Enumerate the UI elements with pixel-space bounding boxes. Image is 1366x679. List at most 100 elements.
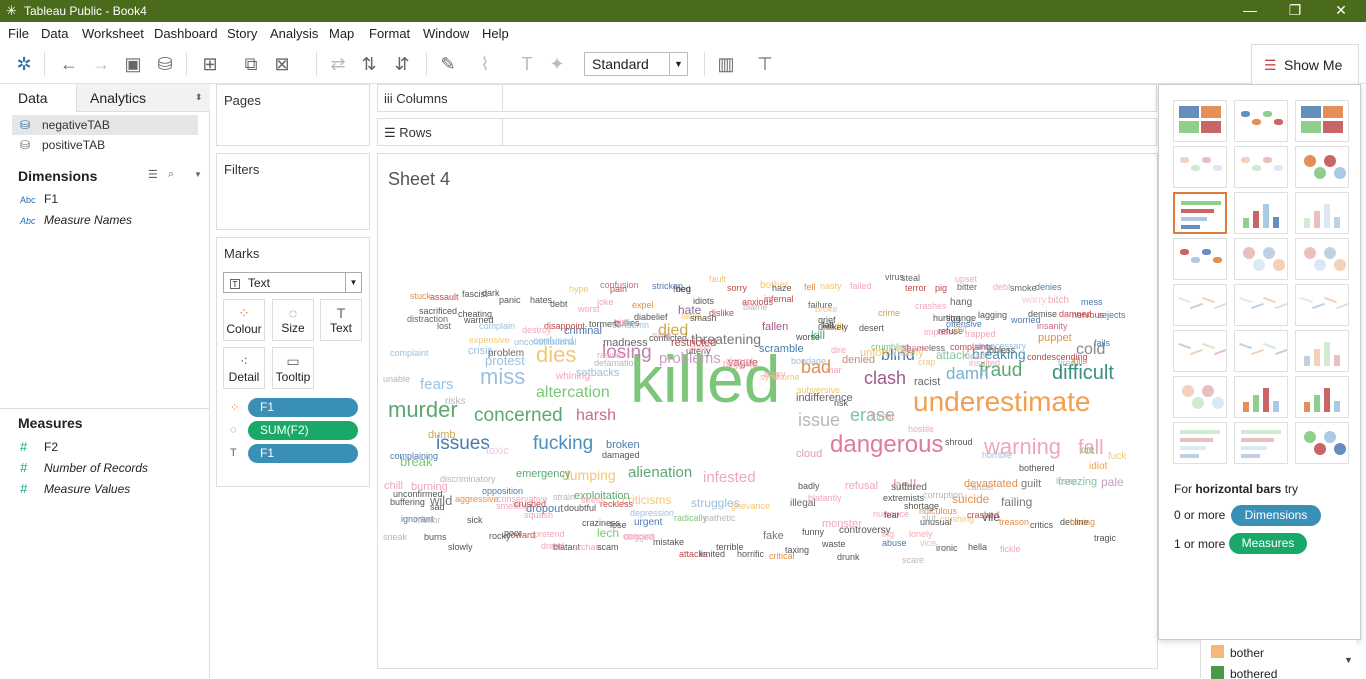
word-cloud-word[interactable]: hostile (908, 425, 934, 434)
chart-thumbnail-histogram[interactable] (1234, 376, 1288, 418)
word-cloud-word[interactable]: refusal (845, 481, 878, 492)
word-cloud-word[interactable]: complaint (390, 349, 429, 358)
chevron-down-icon[interactable]: ▼ (194, 170, 202, 179)
word-cloud-word[interactable]: stuck (410, 292, 431, 301)
chart-thumbnail-side-by-side-bars[interactable] (1295, 192, 1349, 234)
show-cards-icon[interactable]: ▥ (715, 54, 737, 75)
word-cloud-word[interactable]: mistake (653, 538, 684, 547)
word-cloud-word[interactable]: doubtful (564, 504, 596, 513)
word-cloud-word[interactable]: sneak (383, 533, 407, 542)
datasource-positive[interactable]: positiveTAB (42, 138, 105, 152)
chevron-updown-icon[interactable]: ⬍ (195, 92, 203, 103)
word-cloud-word[interactable]: mar (826, 366, 842, 375)
chart-thumbnail-area-discrete[interactable] (1234, 330, 1288, 372)
word-cloud-word[interactable]: angry (763, 370, 786, 379)
measure-number-of-records[interactable]: # Number of Records (20, 460, 148, 475)
word-cloud-word[interactable]: suffered (891, 483, 927, 493)
word-cloud-word[interactable]: strain (553, 493, 575, 502)
word-cloud-word[interactable]: desert (859, 324, 884, 333)
viz-canvas[interactable]: Sheet 4 killed underestimate dangerous murd… (377, 153, 1158, 669)
word-cloud-word[interactable]: radically (674, 514, 707, 523)
chart-thumbnail-dual-lines[interactable] (1295, 284, 1349, 326)
chart-thumbnail-text-table[interactable] (1173, 100, 1227, 142)
menu-format[interactable]: Format (369, 26, 410, 41)
word-cloud-word[interactable]: pig (935, 284, 947, 293)
rows-shelf[interactable]: ☰ Rows (377, 118, 1157, 146)
chart-thumbnail-scatter[interactable] (1173, 376, 1227, 418)
size-button[interactable]: ◌ Size (272, 299, 314, 341)
undo-icon[interactable]: ← (58, 54, 80, 75)
word-cloud-word[interactable]: risks (445, 397, 466, 407)
word-cloud-word[interactable]: terror (905, 284, 927, 293)
chart-thumbnail-circle-views[interactable] (1234, 238, 1288, 280)
tableau-home-icon[interactable]: ✲ (13, 54, 35, 75)
word-cloud-word[interactable]: fake (763, 531, 784, 542)
word-cloud-word[interactable]: fears (420, 377, 453, 392)
chart-thumbnail-dual-combination[interactable] (1295, 330, 1349, 372)
word-cloud-word[interactable]: dumb (428, 430, 456, 441)
word-cloud-word[interactable]: kills (1072, 357, 1087, 366)
word-cloud-word[interactable]: underestimate (913, 388, 1090, 416)
word-cloud-word[interactable]: scare (902, 556, 924, 565)
menu-data[interactable]: Data (41, 26, 68, 41)
clear-sheet-icon[interactable]: ⊠ (271, 54, 293, 75)
word-cloud-word[interactable]: debt (550, 300, 568, 309)
word-cloud-word[interactable]: loses (1056, 477, 1077, 486)
word-cloud-word[interactable]: jobless (987, 346, 1015, 355)
word-cloud-word[interactable]: inferior (413, 516, 441, 525)
word-cloud-word[interactable]: sorry (727, 284, 747, 293)
word-cloud-word[interactable]: slowly (448, 543, 473, 552)
chart-thumbnail-side-by-side-circles[interactable] (1295, 238, 1349, 280)
columns-shelf[interactable]: iii Columns (377, 84, 1157, 112)
word-cloud-word[interactable]: infested (703, 470, 756, 485)
menu-analysis[interactable]: Analysis (270, 26, 318, 41)
word-cloud-word[interactable]: shortage (904, 502, 939, 511)
word-cloud-word[interactable]: aggressive (455, 495, 499, 504)
word-cloud-word[interactable]: infernal (764, 295, 794, 304)
word-cloud-word[interactable]: bitch (1048, 296, 1069, 306)
word-cloud-word[interactable]: madness (603, 338, 648, 349)
word-cloud-word[interactable]: nervous (1072, 311, 1104, 320)
close-icon[interactable]: ✕ (1329, 2, 1353, 19)
word-cloud-word[interactable]: worst (578, 305, 600, 314)
word-cloud-word[interactable]: crashes (915, 302, 947, 311)
redo-icon[interactable]: → (90, 54, 112, 75)
word-cloud-word[interactable]: unlikely (818, 323, 848, 332)
menu-help[interactable]: Help (482, 26, 509, 41)
swap-icon[interactable]: ⇄ (327, 54, 349, 75)
word-cloud-word[interactable]: failed (850, 282, 872, 291)
word-cloud-word[interactable]: defamation (594, 359, 639, 368)
chart-thumbnail-packed-bubbles[interactable] (1295, 422, 1349, 464)
sort-descending-icon[interactable]: ⇵ (391, 54, 413, 75)
word-cloud-word[interactable]: cancer (967, 483, 994, 492)
chart-thumbnail-box-whisker[interactable] (1295, 376, 1349, 418)
word-cloud-word[interactable]: disaster (900, 344, 932, 353)
chart-thumbnail-heat-map[interactable] (1234, 100, 1288, 142)
word-cloud-word[interactable]: lose (610, 521, 627, 530)
word-cloud-word[interactable]: alarm (689, 344, 712, 353)
chart-thumbnail-highlight-table[interactable] (1295, 100, 1349, 142)
word-cloud-word[interactable]: problem (488, 349, 524, 359)
chevron-down-icon[interactable]: ▼ (1344, 655, 1353, 665)
word-cloud-word[interactable]: hates (530, 296, 552, 305)
word-cloud-word[interactable]: beg (676, 285, 691, 294)
word-cloud-word[interactable]: panic (499, 296, 521, 305)
word-cloud-word[interactable]: lost (437, 322, 451, 331)
word-cloud-word[interactable]: alienation (628, 465, 692, 480)
word-cloud-word[interactable]: complain (479, 322, 515, 331)
word-cloud-word[interactable]: complaining (390, 452, 438, 461)
word-cloud-word[interactable]: nasty (820, 282, 842, 291)
word-cloud-word[interactable]: horrible (982, 451, 1012, 460)
word-cloud-word[interactable]: pathetic (704, 514, 736, 523)
mark-type-select[interactable]: T Text ▼ (223, 272, 362, 293)
word-cloud-word[interactable]: dire (831, 346, 846, 355)
fit-select[interactable]: Standard ▼ (584, 52, 688, 76)
word-cloud-word[interactable]: ironic (936, 544, 958, 553)
tab-data[interactable]: Data (18, 90, 48, 106)
word-cloud-word[interactable]: pretend (534, 530, 565, 539)
highlight-icon[interactable]: ✎ (437, 54, 459, 75)
dimension-measure-names[interactable]: Abc Measure Names (20, 213, 132, 227)
show-me-button[interactable]: ☰ Show Me (1251, 44, 1359, 84)
word-cloud-word[interactable]: grievance (731, 502, 770, 511)
word-cloud-word[interactable]: critics (1030, 521, 1053, 530)
